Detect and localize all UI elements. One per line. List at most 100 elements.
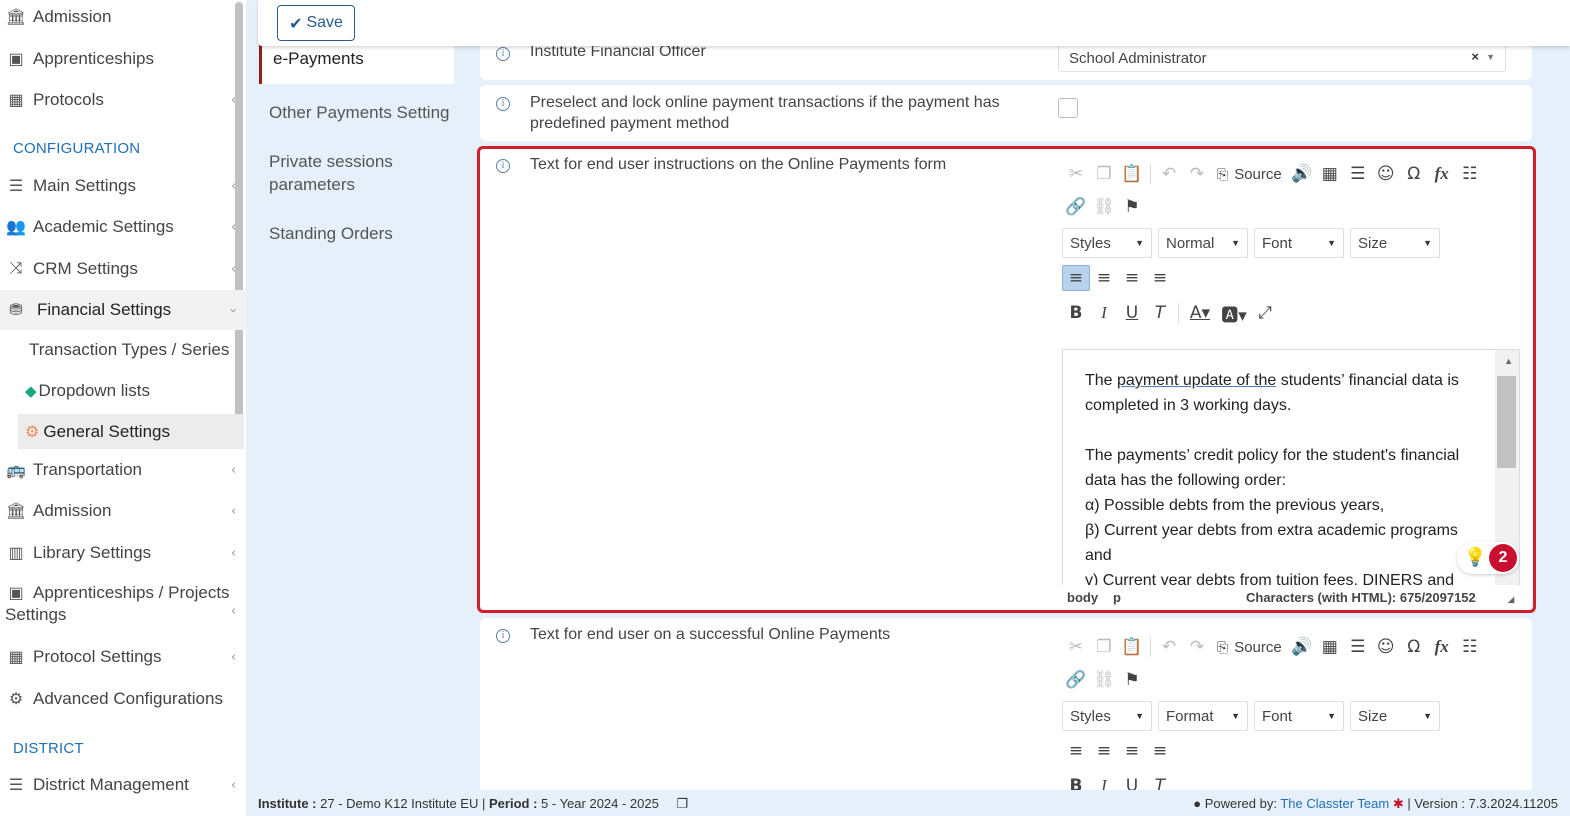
sidebar-subitem-dropdown-lists[interactable]: ◆ Dropdown lists bbox=[0, 381, 246, 401]
undo-icon[interactable]: ↶ bbox=[1155, 161, 1183, 187]
align-justify-icon[interactable]: ≡ bbox=[1146, 738, 1174, 764]
styles-select[interactable]: Styles ▼ bbox=[1062, 701, 1152, 731]
smiley-icon[interactable]: ☺ bbox=[1372, 161, 1400, 187]
source-button[interactable]: ⎘ Source bbox=[1211, 639, 1288, 656]
sidebar-item-protocol-settings[interactable]: ▦ Protocol Settings ‹ bbox=[0, 645, 246, 669]
align-left-icon[interactable]: ≡ bbox=[1062, 265, 1090, 291]
cut-icon[interactable]: ✂ bbox=[1062, 634, 1090, 660]
sidebar-item-admission[interactable]: 🏛 Admission bbox=[0, 5, 246, 29]
layers-icon: ◆ bbox=[25, 383, 37, 400]
table-icon[interactable]: ▦ bbox=[1316, 161, 1344, 187]
powered-by-link[interactable]: The Classter Team bbox=[1280, 796, 1389, 811]
bug-icon[interactable]: ✱ bbox=[1393, 796, 1404, 811]
format-select[interactable]: Format ▼ bbox=[1158, 701, 1248, 731]
notification-widget[interactable]: 💡 2 bbox=[1457, 542, 1519, 574]
styles-select[interactable]: Styles ▼ bbox=[1062, 228, 1152, 258]
sidebar-item-apprenticeships[interactable]: ▣ Apprenticeships bbox=[0, 47, 246, 71]
function-icon[interactable]: fx bbox=[1428, 634, 1456, 660]
underline-icon[interactable]: U bbox=[1118, 300, 1146, 326]
sidebar-item-admission-settings[interactable]: 🏛 Admission ‹ bbox=[0, 499, 246, 523]
align-left-icon[interactable]: ≡ bbox=[1062, 738, 1090, 764]
format-select[interactable]: Normal ▼ bbox=[1158, 228, 1248, 258]
sidebar-item-advanced-configurations[interactable]: ⚙ Advanced Configurations bbox=[0, 687, 246, 711]
size-select[interactable]: Size ▼ bbox=[1350, 228, 1440, 258]
redo-icon[interactable]: ↷ bbox=[1183, 634, 1211, 660]
omega-icon[interactable]: Ω bbox=[1400, 634, 1428, 660]
align-center-icon[interactable]: ≡ bbox=[1090, 265, 1118, 291]
align-justify-icon[interactable]: ≡ bbox=[1146, 265, 1174, 291]
tab-standing-orders[interactable]: Standing Orders bbox=[269, 222, 393, 245]
omega-icon[interactable]: Ω bbox=[1400, 161, 1428, 187]
background-color-icon[interactable]: 🅰▾ bbox=[1217, 300, 1251, 326]
district-header: DISTRICT bbox=[13, 740, 84, 757]
tab-private-sessions[interactable]: Private sessions bbox=[269, 150, 393, 173]
font-select[interactable]: Font ▼ bbox=[1254, 701, 1344, 731]
unlink-icon[interactable]: ⛓ bbox=[1090, 194, 1118, 220]
sidebar-subitem-transaction-types[interactable]: Transaction Types / Series bbox=[0, 340, 246, 360]
sidebar-item-financial-settings[interactable]: ⛃ Financial Settings ‹ bbox=[0, 290, 246, 330]
paste-icon[interactable]: 📋 bbox=[1118, 161, 1146, 187]
italic-icon[interactable]: I bbox=[1090, 300, 1118, 326]
dropdown-arrow-icon: ▼ bbox=[1231, 238, 1240, 248]
list-options-icon[interactable]: ☷ bbox=[1456, 634, 1484, 660]
clear-icon[interactable]: × bbox=[1471, 49, 1479, 64]
copy-icon[interactable]: ❐ bbox=[1090, 161, 1118, 187]
redo-icon[interactable]: ↷ bbox=[1183, 161, 1211, 187]
link-icon[interactable]: 🔗 bbox=[1062, 667, 1090, 693]
cut-icon[interactable]: ✂ bbox=[1062, 161, 1090, 187]
resize-handle-icon[interactable]: ◢ bbox=[1508, 595, 1514, 604]
preselect-lock-checkbox[interactable] bbox=[1058, 98, 1078, 118]
table-icon[interactable]: ▦ bbox=[1316, 634, 1344, 660]
path-body[interactable]: body bbox=[1067, 590, 1098, 605]
path-p[interactable]: p bbox=[1113, 590, 1121, 605]
smiley-icon[interactable]: ☺ bbox=[1372, 634, 1400, 660]
speaker-icon[interactable]: 🔊 bbox=[1288, 634, 1316, 660]
save-label: Save bbox=[306, 14, 343, 31]
tab-private-sessions-line2[interactable]: parameters bbox=[269, 173, 355, 196]
copy-icon[interactable]: ❐ bbox=[1090, 634, 1118, 660]
text-color-icon[interactable]: A▾ bbox=[1183, 300, 1217, 326]
sidebar-item-library-settings[interactable]: ▥ Library Settings ‹ bbox=[0, 541, 246, 565]
sidebar-item-academic-settings[interactable]: 👥 Academic Settings ‹ bbox=[0, 215, 246, 239]
editor-toolbar-row-3: Styles ▼ Normal ▼ Font ▼ Size ▼ bbox=[1062, 228, 1446, 258]
sidebar-item-label: Apprenticeships bbox=[33, 49, 154, 68]
remove-format-icon[interactable]: T bbox=[1146, 300, 1174, 326]
link-icon[interactable]: 🔗 bbox=[1062, 194, 1090, 220]
align-center-icon[interactable]: ≡ bbox=[1090, 738, 1118, 764]
save-button[interactable]: ✔ Save bbox=[277, 5, 355, 41]
tab-other-payments-setting[interactable]: Other Payments Setting bbox=[269, 101, 449, 124]
font-select[interactable]: Font ▼ bbox=[1254, 228, 1344, 258]
align-right-icon[interactable]: ≡ bbox=[1118, 265, 1146, 291]
unlink-icon[interactable]: ⛓ bbox=[1090, 667, 1118, 693]
undo-icon[interactable]: ↶ bbox=[1155, 634, 1183, 660]
dropdown-arrow-icon[interactable]: ▼ bbox=[1486, 52, 1495, 62]
editor-content-area[interactable]: The payment update of the students’ fina… bbox=[1062, 349, 1520, 585]
maximize-icon[interactable]: ⤢ bbox=[1251, 300, 1279, 326]
field-label: Text for end user on a successful Online… bbox=[530, 626, 891, 643]
gears-icon: ⚙ bbox=[8, 691, 24, 708]
flag-icon[interactable]: ⚑ bbox=[1118, 667, 1146, 693]
sidebar-item-transportation[interactable]: 🚌 Transportation ‹ bbox=[0, 458, 246, 482]
horizontal-line-icon[interactable]: ☰ bbox=[1344, 634, 1372, 660]
sidebar-item-crm-settings[interactable]: ⤨ CRM Settings ‹ bbox=[0, 257, 246, 281]
sidebar-item-main-settings[interactable]: ☰ Main Settings ‹ bbox=[0, 174, 246, 198]
list-options-icon[interactable]: ☷ bbox=[1456, 161, 1484, 187]
align-right-icon[interactable]: ≡ bbox=[1118, 738, 1146, 764]
action-bar: ✔ Save bbox=[258, 0, 1570, 46]
sidebar-item-label: Advanced Configurations bbox=[33, 689, 223, 708]
sidebar-subitem-general-settings[interactable]: ⚙ General Settings bbox=[18, 414, 244, 449]
editor-scrollbar-thumb[interactable] bbox=[1497, 376, 1516, 468]
flag-icon[interactable]: ⚑ bbox=[1118, 194, 1146, 220]
function-icon[interactable]: fx bbox=[1428, 161, 1456, 187]
bold-icon[interactable]: B bbox=[1062, 300, 1090, 326]
horizontal-line-icon[interactable]: ☰ bbox=[1344, 161, 1372, 187]
source-button[interactable]: ⎘ Source bbox=[1211, 166, 1288, 183]
financial-officer-select[interactable]: School Administrator × ▼ bbox=[1058, 44, 1506, 72]
scroll-up-arrow-icon[interactable]: ▲ bbox=[1504, 356, 1513, 366]
sidebar-item-district-management[interactable]: ☰ District Management ‹ bbox=[0, 773, 246, 797]
size-select[interactable]: Size ▼ bbox=[1350, 701, 1440, 731]
copy-icon[interactable]: ❐ bbox=[676, 796, 688, 811]
speaker-icon[interactable]: 🔊 bbox=[1288, 161, 1316, 187]
paste-icon[interactable]: 📋 bbox=[1118, 634, 1146, 660]
sidebar-item-protocols[interactable]: ▦ Protocols ‹ bbox=[0, 88, 246, 112]
